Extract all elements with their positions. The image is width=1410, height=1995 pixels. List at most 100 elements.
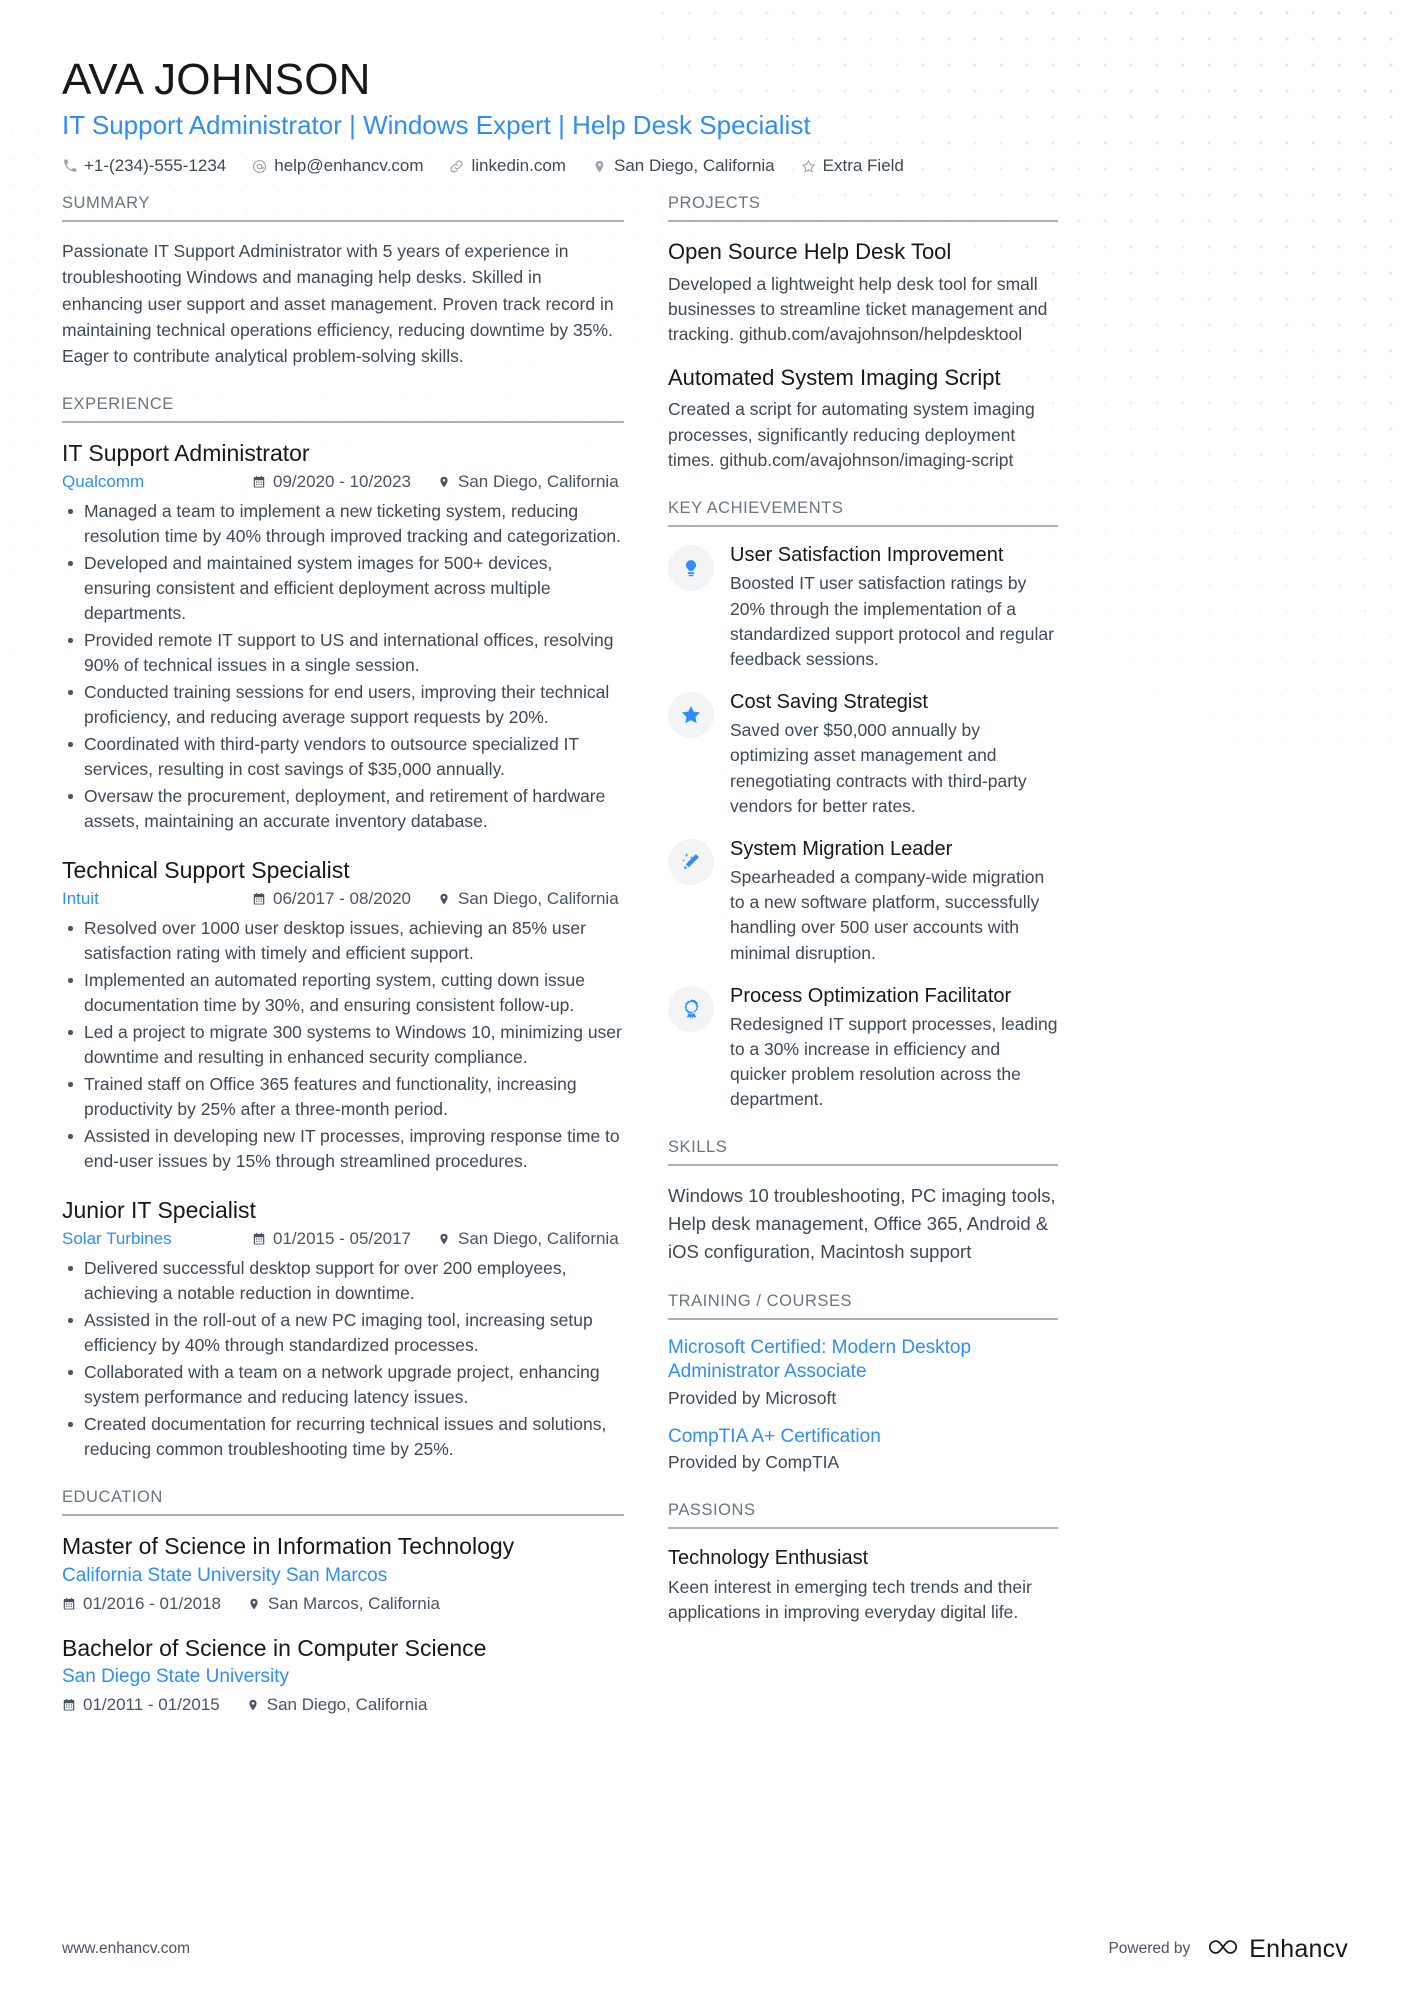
achievement-badge: 1	[668, 985, 714, 1032]
candidate-headline: IT Support Administrator | Windows Exper…	[62, 109, 811, 140]
section-heading-training: TRAINING / COURSES	[668, 1292, 1058, 1320]
contact-link[interactable]: linkedin.com	[449, 156, 566, 176]
course-name[interactable]: CompTIA A+ Certification	[668, 1425, 1058, 1450]
achievement-badge	[668, 545, 714, 592]
experience-bullets: Delivered successful desktop support for…	[62, 1256, 624, 1462]
location-pin-icon	[592, 159, 607, 174]
location-pin-icon	[247, 1596, 261, 1611]
experience-dates: 01/2015 - 05/2017	[252, 1229, 411, 1249]
achievement-item: 1 Process Optimization Facilitator Redes…	[668, 984, 1058, 1113]
section-key-achievements: KEY ACHIEVEMENTS User Satisfaction Impro…	[668, 499, 1058, 1112]
experience-job-title: Junior IT Specialist	[62, 1197, 256, 1224]
section-passions: PASSIONS Technology Enthusiast Keen inte…	[668, 1501, 1058, 1626]
experience-location-text: San Diego, California	[458, 472, 619, 492]
achievement-description: Spearheaded a company-wide migration to …	[730, 866, 1045, 963]
passion-description: Keen interest in emerging tech trends an…	[668, 1577, 1032, 1623]
resume-page: AVA JOHNSON IT Support Administrator | W…	[0, 0, 1410, 1995]
section-training-courses: TRAINING / COURSES Microsoft Certified: …	[668, 1292, 1058, 1475]
passion-entry: Technology Enthusiast Keen interest in e…	[668, 1545, 1058, 1626]
education-dates-text: 01/2016 - 01/2018	[83, 1593, 222, 1613]
education-meta: 01/2016 - 01/2018 San Marcos, California	[62, 1594, 624, 1614]
email-icon	[252, 159, 267, 174]
achievement-item: System Migration Leader Spearheaded a co…	[668, 837, 1058, 966]
bullet-item: Resolved over 1000 user desktop issues, …	[62, 916, 624, 966]
section-heading-key-achievements: KEY ACHIEVEMENTS	[668, 499, 1058, 528]
link-icon	[449, 159, 464, 174]
experience-bullets: Managed a team to implement a new ticket…	[62, 499, 624, 834]
experience-dates-text: 01/2015 - 05/2017	[273, 1229, 412, 1249]
footer-branding: Powered by Enhancv	[1108, 1935, 1348, 1964]
section-skills: SKILLS Windows 10 troubleshooting, PC im…	[668, 1138, 1058, 1265]
education-school[interactable]: San Diego State University	[62, 1665, 624, 1690]
education-dates: 01/2011 - 01/2015	[62, 1695, 220, 1715]
experience-location-text: San Diego, California	[458, 1229, 619, 1249]
contact-row: +1-(234)-555-1234 help@enhancv.com linke…	[62, 156, 1348, 176]
contact-extra-field[interactable]: Extra Field	[801, 156, 904, 176]
skills-text: Windows 10 troubleshooting, PC imaging t…	[668, 1185, 1056, 1262]
project-title: Automated System Imaging Script	[668, 364, 1001, 390]
contact-link-text: linkedin.com	[471, 156, 566, 176]
calendar-icon	[62, 1698, 76, 1713]
achievement-title: Process Optimization Facilitator	[730, 984, 1012, 1007]
location-pin-icon	[246, 1698, 260, 1713]
section-heading-skills: SKILLS	[668, 1138, 1058, 1167]
left-column: SUMMARY Passionate IT Support Administra…	[62, 194, 654, 1741]
project-entry: Automated System Imaging Script Created …	[668, 364, 1058, 474]
passion-title: Technology Enthusiast	[668, 1547, 869, 1569]
section-projects: PROJECTS Open Source Help Desk Tool Deve…	[668, 194, 1058, 473]
experience-job-title: Technical Support Specialist	[62, 857, 350, 884]
contact-email-text: help@enhancv.com	[274, 156, 424, 176]
resume-header: AVA JOHNSON IT Support Administrator | W…	[62, 56, 1348, 176]
bullet-item: Created documentation for recurring tech…	[62, 1412, 624, 1462]
bullet-item: Delivered successful desktop support for…	[62, 1256, 624, 1306]
experience-location: San Diego, California	[437, 889, 619, 909]
contact-phone-text: +1-(234)-555-1234	[84, 156, 227, 176]
footer-website-url[interactable]: www.enhancv.com	[62, 1940, 190, 1958]
bullet-item: Led a project to migrate 300 systems to …	[62, 1020, 624, 1070]
bullet-item: Provided remote IT support to US and int…	[62, 628, 624, 678]
location-pin-icon	[437, 475, 451, 490]
education-meta: 01/2011 - 01/2015 San Diego, California	[62, 1695, 624, 1715]
project-entry: Open Source Help Desk Tool Developed a l…	[668, 238, 1058, 348]
achievement-description: Redesigned IT support processes, leading…	[730, 1013, 1058, 1110]
achievement-title: User Satisfaction Improvement	[730, 544, 1004, 567]
education-degree: Master of Science in Information Technol…	[62, 1533, 515, 1560]
experience-company[interactable]: Qualcomm	[62, 472, 252, 492]
experience-dates: 09/2020 - 10/2023	[252, 472, 411, 492]
bullet-item: Managed a team to implement a new ticket…	[62, 499, 624, 549]
star-outline-icon	[801, 159, 816, 174]
section-heading-summary: SUMMARY	[62, 194, 624, 223]
achievement-item: Cost Saving Strategist Saved over $50,00…	[668, 690, 1058, 819]
project-description: Developed a lightweight help desk tool f…	[668, 273, 1048, 345]
experience-company[interactable]: Solar Turbines	[62, 1229, 252, 1249]
education-school[interactable]: California State University San Marcos	[62, 1564, 624, 1589]
resume-columns: SUMMARY Passionate IT Support Administra…	[62, 194, 1348, 1741]
section-education: EDUCATION Master of Science in Informati…	[62, 1488, 624, 1715]
right-column: PROJECTS Open Source Help Desk Tool Deve…	[668, 194, 1058, 1652]
course-provider: Provided by CompTIA	[668, 1452, 840, 1473]
enhancv-brand-name: Enhancv	[1249, 1934, 1348, 1963]
bullet-item: Conducted training sessions for end user…	[62, 680, 624, 730]
experience-bullets: Resolved over 1000 user desktop issues, …	[62, 916, 624, 1174]
course-provider: Provided by Microsoft	[668, 1388, 837, 1409]
enhancv-brand[interactable]: Enhancv	[1206, 1935, 1348, 1964]
education-dates: 01/2016 - 01/2018	[62, 1594, 221, 1614]
bullet-item: Collaborated with a team on a network up…	[62, 1360, 624, 1410]
experience-dates-text: 06/2017 - 08/2020	[273, 889, 412, 909]
experience-meta: Qualcomm 09/2020 - 10/2023 San Diego, Ca…	[62, 472, 624, 492]
contact-phone[interactable]: +1-(234)-555-1234	[62, 156, 226, 176]
bullet-item: Oversaw the procurement, deployment, and…	[62, 784, 624, 834]
experience-company[interactable]: Intuit	[62, 889, 252, 909]
contact-email[interactable]: help@enhancv.com	[252, 156, 423, 176]
award-ribbon-icon: 1	[681, 998, 702, 1019]
location-pin-icon	[437, 1232, 451, 1247]
contact-location[interactable]: San Diego, California	[592, 156, 775, 176]
experience-meta: Solar Turbines 01/2015 - 05/2017 San Die…	[62, 1229, 624, 1249]
achievement-body: Process Optimization Facilitator Redesig…	[730, 984, 1058, 1113]
education-dates-text: 01/2011 - 01/2015	[83, 1695, 220, 1715]
bullet-item: Implemented an automated reporting syste…	[62, 968, 624, 1018]
powered-by-label: Powered by	[1108, 1940, 1191, 1957]
course-name[interactable]: Microsoft Certified: Modern Desktop Admi…	[668, 1336, 1058, 1385]
experience-location-text: San Diego, California	[458, 889, 619, 909]
education-entry: Master of Science in Information Technol…	[62, 1532, 624, 1613]
